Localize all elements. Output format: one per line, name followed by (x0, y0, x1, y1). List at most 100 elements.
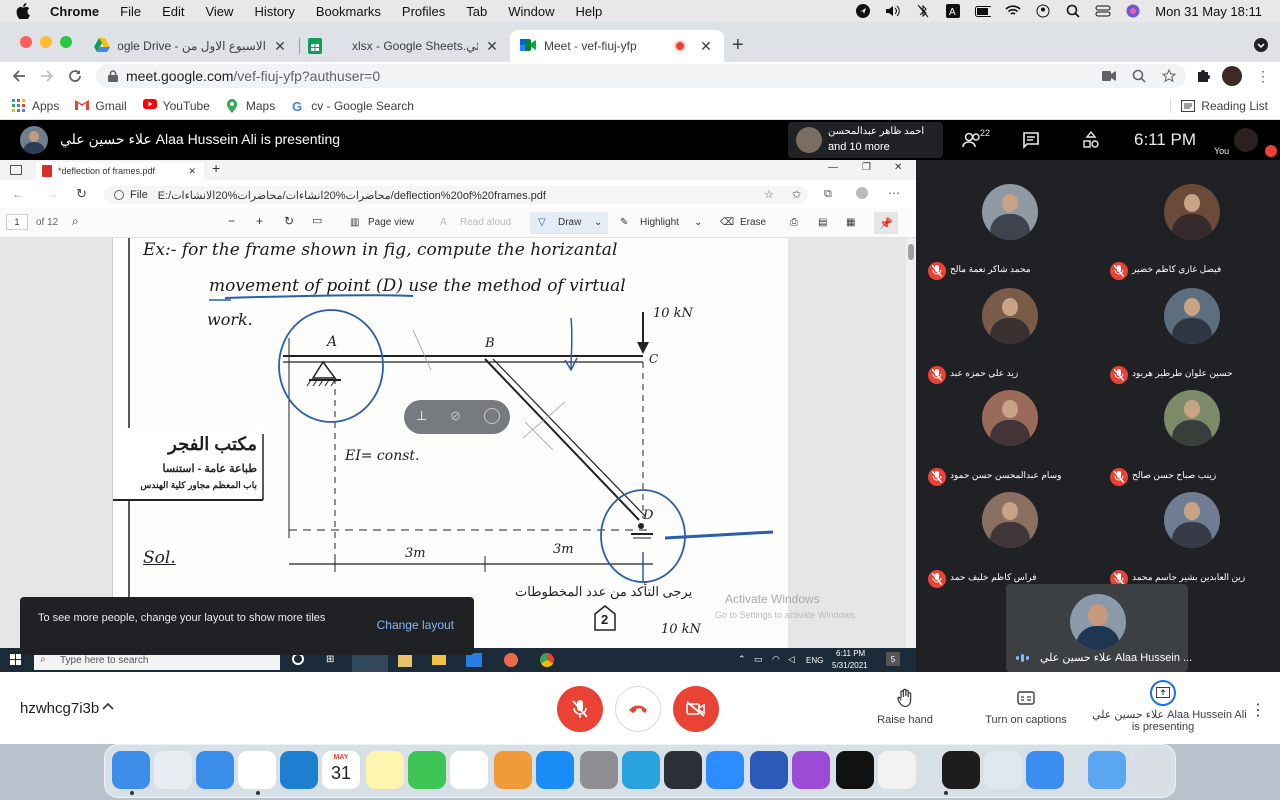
leave-call-button[interactable] (615, 686, 661, 732)
tray-volume-icon[interactable]: ◁ (788, 654, 795, 665)
captions-button[interactable]: Turn on captions (980, 688, 1072, 726)
menu-app-name[interactable]: Chrome (50, 4, 99, 19)
camera-toggle-button[interactable] (673, 686, 719, 732)
edge-favorite-icon[interactable]: ☆ (764, 188, 774, 201)
zoom-in-icon[interactable]: + (256, 214, 263, 228)
input-source-icon[interactable]: A (945, 4, 961, 18)
close-tab-icon[interactable]: ✕ (272, 38, 288, 55)
chrome-menu-icon[interactable]: ⋮ (1256, 68, 1270, 85)
raise-hand-button[interactable]: Raise hand (870, 688, 940, 726)
tab-search-icon[interactable] (1254, 38, 1268, 52)
reading-list-button[interactable]: Reading List (1170, 98, 1268, 113)
reload-button[interactable] (66, 67, 84, 85)
launchpad-icon[interactable] (154, 751, 192, 789)
archive-icon[interactable] (878, 751, 916, 789)
mute-tile-icon[interactable]: ⊘ (450, 408, 461, 424)
presenting-button[interactable]: علاء حسين علي Alaa Hussein Ali is presen… (1092, 680, 1247, 733)
save-as-icon[interactable]: ▦ (846, 217, 855, 228)
taskbar-app-red[interactable] (504, 653, 518, 667)
self-avatar[interactable] (1234, 128, 1258, 152)
back-button[interactable] (10, 67, 28, 85)
menu-history[interactable]: History (254, 4, 294, 19)
telegram-icon[interactable] (622, 751, 660, 789)
edge-collections-icon[interactable]: ⧉ (824, 188, 832, 201)
info-icon[interactable] (114, 190, 124, 200)
pin-toolbar-icon[interactable]: 📌 (874, 212, 898, 234)
extensions-icon[interactable] (1196, 68, 1210, 82)
tray-date[interactable]: 5/31/2021 (832, 661, 868, 670)
tray-battery-icon[interactable]: ▭ (754, 654, 763, 665)
highlight-button[interactable]: Highlight (640, 217, 679, 228)
appstore-icon[interactable] (536, 751, 574, 789)
close-tab-icon[interactable]: ✕ (188, 166, 196, 177)
participant-tile[interactable]: فيصل غازي كاظم خضير (1102, 184, 1280, 280)
terminal-icon[interactable] (942, 751, 980, 789)
tray-language[interactable]: ENG (806, 656, 823, 665)
profile-avatar[interactable] (1222, 66, 1242, 86)
tab-google-drive[interactable]: الاسبوع الاول من - Google Drive ✕ (84, 30, 298, 62)
system-preferences-icon[interactable] (580, 751, 618, 789)
menu-edit[interactable]: Edit (162, 4, 184, 19)
edge-profile-icon[interactable] (856, 187, 868, 199)
chrome-icon[interactable] (238, 751, 276, 789)
tray-wifi-icon[interactable]: ◠ (772, 654, 780, 665)
finder-icon[interactable] (112, 751, 150, 789)
participant-tile[interactable]: زينب صباح حسن صالح (1102, 390, 1280, 486)
forward-button[interactable] (38, 67, 56, 85)
save-icon[interactable]: ▤ (818, 217, 827, 228)
preview-icon[interactable] (984, 751, 1022, 789)
windows-start-icon[interactable] (10, 654, 22, 666)
bookmark-cv-search[interactable]: G cv - Google Search (291, 99, 414, 113)
appletv-icon[interactable] (836, 751, 874, 789)
edge-url-field[interactable]: File E:/محاضرات%20انشاءات/محاضرات%20الان… (104, 186, 808, 204)
battery-icon[interactable] (975, 4, 992, 18)
wifi-icon[interactable] (1005, 4, 1021, 18)
page-view-icon[interactable]: ▥ (350, 217, 359, 228)
menu-help[interactable]: Help (576, 4, 603, 19)
edge-close-icon[interactable]: ✕ (894, 162, 902, 173)
close-tab-icon[interactable]: ✕ (484, 38, 500, 55)
bookmark-star-icon[interactable] (1162, 69, 1176, 83)
menu-profiles[interactable]: Profiles (402, 4, 445, 19)
safari-icon[interactable] (196, 751, 234, 789)
vscode-icon[interactable] (280, 751, 318, 789)
spotlight-search-icon[interactable] (1065, 4, 1081, 18)
page-view-button[interactable]: Page view (368, 217, 414, 228)
page-number-input[interactable]: 1 (6, 214, 28, 230)
calendar-icon[interactable]: MAY 31 (322, 751, 360, 789)
edge-restore-icon[interactable]: ❐ (862, 162, 871, 173)
control-center-icon[interactable] (1095, 4, 1111, 18)
edge-favorites-icon[interactable]: ✩ (792, 188, 801, 201)
edge-menu-icon[interactable]: ⋯ (888, 186, 900, 200)
address-bar[interactable]: meet.google.com/vef-fiuj-yfp?authuser=0 (96, 64, 1186, 88)
new-tab-button[interactable]: + (732, 34, 744, 57)
camera-in-use-icon[interactable] (1102, 71, 1116, 81)
highlight-dropdown-icon[interactable]: ⌄ (694, 217, 702, 228)
activities-icon[interactable] (1080, 130, 1102, 150)
siri-icon[interactable] (1125, 4, 1141, 18)
erase-button[interactable]: Erase (740, 217, 766, 228)
close-tab-icon[interactable]: ✕ (698, 38, 714, 55)
tab-google-sheets[interactable]: xlsx - Google Sheets.المسائي ✕ (298, 30, 510, 62)
downloads-icon[interactable] (1088, 751, 1126, 789)
lock-icon[interactable] (108, 70, 118, 82)
pdf-search-icon[interactable]: ⌕ (72, 214, 79, 229)
podcasts-icon[interactable] (792, 751, 830, 789)
word-icon[interactable] (750, 751, 788, 789)
meeting-details-chevron-icon[interactable] (102, 702, 114, 710)
zoom-out-icon[interactable]: − (228, 214, 235, 228)
tab-google-meet[interactable]: Meet - vef-fiuj-yfp ✕ (510, 30, 724, 62)
meeting-code[interactable]: hzwhcg7i3b (20, 700, 99, 717)
navigation-status-icon[interactable] (855, 4, 871, 18)
bluetooth-off-icon[interactable] (915, 4, 931, 18)
action-center-badge[interactable]: 5 (886, 652, 900, 666)
menu-window[interactable]: Window (508, 4, 554, 19)
edge-tab-pdf[interactable]: *deflection of frames.pdf ✕ (36, 162, 204, 180)
taskbar-chrome[interactable] (540, 653, 554, 667)
menu-file[interactable]: File (120, 4, 141, 19)
menu-view[interactable]: View (205, 4, 233, 19)
change-layout-button[interactable]: Change layout (377, 618, 454, 632)
participant-tile[interactable]: زيد علي حمزه عبد (920, 288, 1100, 384)
pdf-scrollbar[interactable] (906, 238, 916, 648)
bookmark-gmail[interactable]: Gmail (75, 99, 127, 113)
